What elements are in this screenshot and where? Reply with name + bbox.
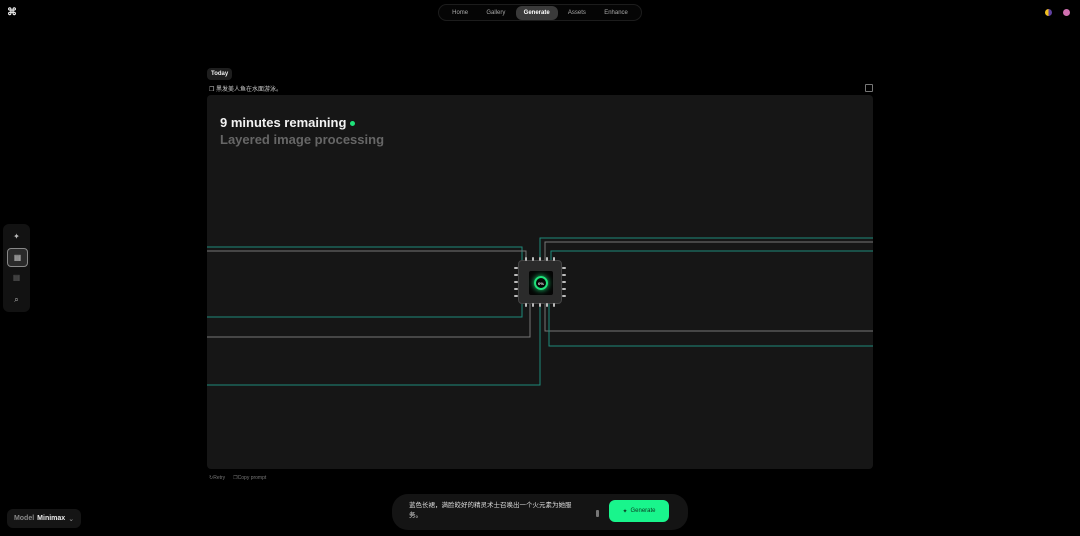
download-icon[interactable] [865, 84, 873, 92]
progress-ring: 0% [534, 276, 548, 290]
chevron-down-icon: ⌄ [68, 515, 75, 523]
scroll-handle[interactable] [596, 510, 599, 517]
avatar[interactable] [1063, 9, 1070, 16]
top-nav: Home Gallery Generate Assets Enhance [438, 4, 642, 21]
sparkle-icon: ✦ [622, 508, 628, 515]
search-icon[interactable]: ⌕ [7, 291, 26, 308]
generate-button[interactable]: ✦ Generate [609, 500, 669, 522]
progress-subtitle: Layered image processing [220, 132, 385, 147]
copy-prompt-button[interactable]: ❐Copy prompt [233, 475, 266, 481]
nav-enhance[interactable]: Enhance [596, 6, 636, 20]
nav-gallery[interactable]: Gallery [478, 6, 513, 20]
add-icon[interactable]: ✦ [7, 228, 26, 245]
generation-progress-card: 9 minutes remaining Layered image proces… [207, 95, 873, 469]
nav-generate[interactable]: Generate [515, 5, 558, 20]
date-section-label: Today [207, 68, 233, 80]
grid-view-icon[interactable]: ▦ [7, 248, 28, 267]
time-remaining: 9 minutes remaining [220, 115, 356, 130]
processor-chip-icon: 0% [514, 257, 566, 307]
status-dot [350, 121, 356, 127]
result-actions: ↻Retry ❐Copy prompt [209, 475, 266, 481]
nav-assets[interactable]: Assets [560, 6, 594, 20]
prompt-composer: 蓝色长裙，满脸皎好的精灵术士召唤出一个火元素为她服务。 ✦ Generate [392, 494, 688, 530]
left-toolbar: ✦ ▦ ▦ ⌕ [3, 224, 30, 312]
history-prompt: ❐ 黑发美人鱼在水面游泳。 [209, 87, 283, 93]
nav-home[interactable]: Home [444, 6, 476, 20]
prompt-input[interactable]: 蓝色长裙，满脸皎好的精灵术士召唤出一个火元素为她服务。 [409, 501, 584, 521]
model-selector[interactable]: Model Minimax ⌄ [7, 509, 81, 528]
copy-icon: ❐ [209, 87, 217, 93]
app-logo[interactable]: ⌘ [7, 7, 17, 18]
layout-icon[interactable]: ▦ [7, 269, 26, 286]
theme-toggle-icon[interactable] [1045, 9, 1052, 16]
retry-button[interactable]: ↻Retry [209, 475, 225, 481]
